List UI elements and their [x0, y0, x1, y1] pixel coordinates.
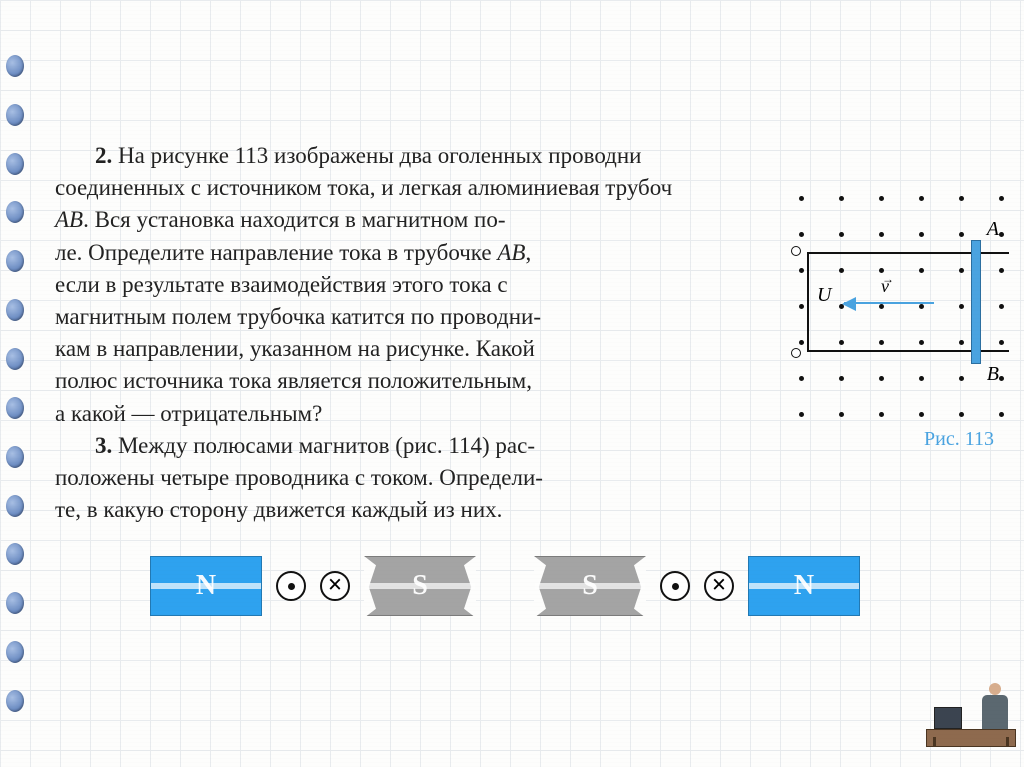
- field-dot: [839, 196, 844, 201]
- field-dot: [919, 376, 924, 381]
- notebook-spiral: [0, 0, 30, 767]
- field-dot: [799, 412, 804, 417]
- problem-2-number: 2.: [95, 143, 112, 168]
- field-dot: [799, 232, 804, 237]
- field-dot: [959, 232, 964, 237]
- current-in-2: [704, 571, 734, 601]
- magnet-N-left: N: [150, 556, 262, 616]
- problem-2-text-cont: ле. Определите направление тока в трубоч…: [55, 237, 805, 430]
- field-dot: [839, 232, 844, 237]
- label-B: B: [987, 363, 999, 386]
- field-dot: [959, 412, 964, 417]
- label-U: U: [817, 284, 831, 307]
- figure-114-magnets: N S S N: [150, 550, 974, 622]
- tube-AB: [971, 240, 981, 364]
- velocity-arrow: [844, 302, 934, 304]
- problem-3-number: 3.: [95, 433, 112, 458]
- field-dot: [959, 376, 964, 381]
- field-dot: [959, 196, 964, 201]
- field-dot: [919, 196, 924, 201]
- field-dot: [999, 376, 1004, 381]
- field-dot: [999, 232, 1004, 237]
- field-dot: [879, 376, 884, 381]
- label-A: A: [987, 218, 999, 241]
- field-dot: [879, 196, 884, 201]
- field-dot: [799, 196, 804, 201]
- field-dot: [799, 376, 804, 381]
- problem-3-text: 3. Между полюсами магнитов (рис. 114) ра…: [55, 430, 805, 527]
- field-dot: [999, 196, 1004, 201]
- figure-113: →v A B U: [789, 188, 1009, 428]
- magnet-N-right: N: [748, 556, 860, 616]
- terminal-top: [791, 246, 801, 256]
- field-dot: [999, 412, 1004, 417]
- figure-113-caption: Рис. 113: [924, 428, 994, 451]
- velocity-label: →v: [881, 276, 889, 297]
- field-dot: [879, 412, 884, 417]
- field-dot: [919, 412, 924, 417]
- corner-illustration: [926, 690, 1016, 755]
- field-dot: [919, 232, 924, 237]
- magnet-S-right: S: [534, 556, 646, 616]
- current-out-1: [276, 571, 306, 601]
- magnet-S-left: S: [364, 556, 476, 616]
- field-dot: [879, 232, 884, 237]
- terminal-bottom: [791, 348, 801, 358]
- field-dot: [839, 412, 844, 417]
- current-in-1: [320, 571, 350, 601]
- field-dot: [839, 376, 844, 381]
- current-out-2: [660, 571, 690, 601]
